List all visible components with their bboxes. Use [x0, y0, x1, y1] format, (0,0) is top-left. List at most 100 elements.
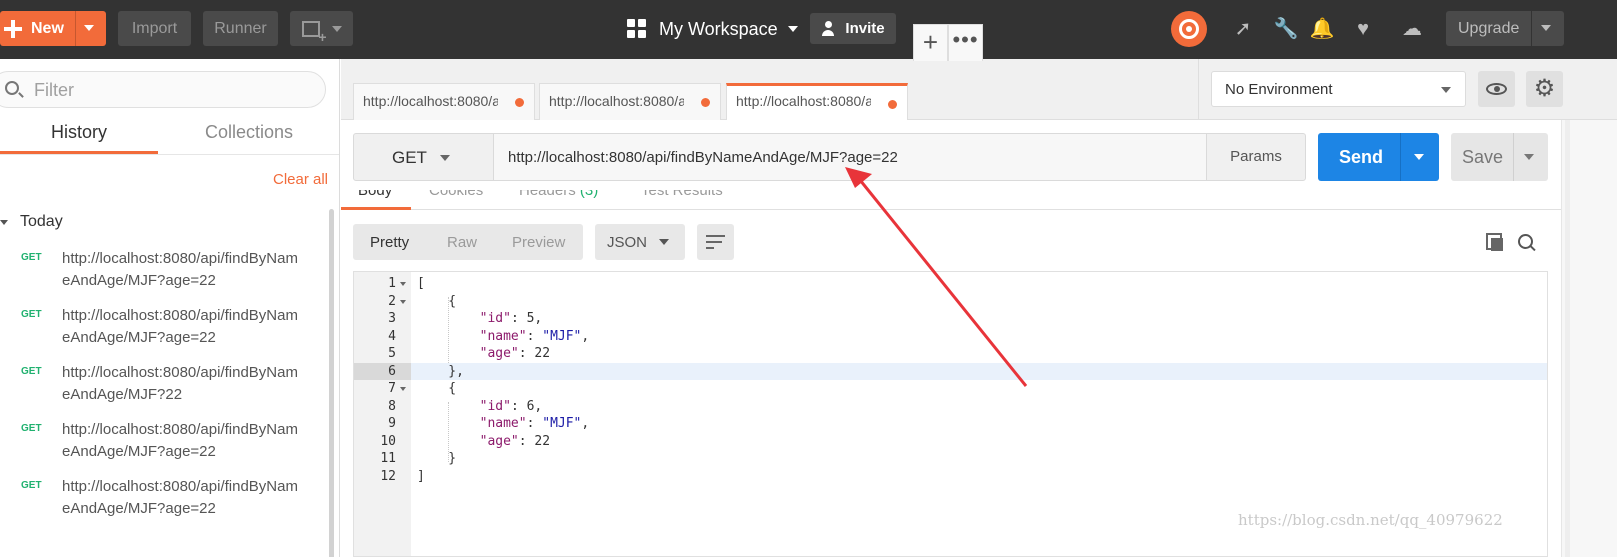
search-icon[interactable]	[1518, 234, 1534, 250]
view-preview[interactable]: Preview	[512, 234, 565, 251]
url-input[interactable]	[493, 133, 1207, 181]
manage-environments-button[interactable]: ⚙	[1526, 71, 1563, 107]
code-text: "age": 22	[479, 433, 551, 449]
chevron-down-icon	[659, 239, 669, 245]
tab-history[interactable]: History	[0, 122, 158, 154]
code-line: 3 "id": 5,	[354, 310, 1547, 328]
cloud-icon[interactable]: ☁	[1399, 16, 1425, 42]
wrap-lines-button[interactable]	[697, 224, 734, 260]
scrollbar-thumb[interactable]	[1565, 120, 1570, 557]
line-number: 6	[388, 363, 396, 379]
upgrade-label: Upgrade	[1458, 19, 1520, 37]
code-line: 5 "age": 22	[354, 345, 1547, 363]
new-window-button[interactable]	[290, 11, 353, 46]
more-tabs-button[interactable]: •••	[948, 24, 983, 61]
new-window-icon	[301, 20, 327, 45]
environment-value: No Environment	[1225, 81, 1333, 98]
request-tab[interactable]: http://localhost:8080/a	[539, 83, 721, 120]
sync-status-icon[interactable]	[1171, 11, 1207, 47]
request-tab[interactable]: http://localhost:8080/a	[353, 83, 535, 120]
unsaved-dot-icon	[515, 98, 524, 107]
copy-icon[interactable]	[1486, 233, 1504, 251]
heart-icon[interactable]: ♥	[1350, 16, 1376, 42]
filter-box	[0, 71, 326, 108]
line-number: 3	[388, 311, 396, 326]
code-line: 2 {	[354, 293, 1547, 311]
fold-icon[interactable]	[400, 299, 406, 304]
history-url: http://localhost:8080/api/findByNameAndA…	[62, 250, 298, 289]
active-tab-indicator	[341, 207, 411, 210]
code-line: 11 }	[354, 450, 1547, 468]
collapse-triangle-icon	[0, 219, 8, 225]
chevron-down-icon[interactable]	[1414, 154, 1424, 160]
history-list: GET http://localhost:8080/api/findByName…	[0, 248, 325, 533]
code-text: "id": 5,	[479, 311, 543, 326]
fold-icon[interactable]	[400, 387, 406, 391]
divider	[0, 154, 339, 155]
satellite-icon[interactable]: ➚	[1230, 16, 1256, 42]
history-item[interactable]: GET http://localhost:8080/api/findByName…	[0, 305, 325, 362]
runner-button[interactable]: Runner	[203, 11, 278, 46]
request-tab-active[interactable]: http://localhost:8080/a	[726, 83, 908, 121]
send-button[interactable]: Send	[1318, 133, 1439, 181]
fold-icon[interactable]	[400, 282, 406, 286]
history-item[interactable]: GET http://localhost:8080/api/findByName…	[0, 419, 325, 476]
history-group-today[interactable]: Today	[0, 213, 63, 231]
workspace-grid-icon	[627, 19, 647, 39]
history-url: http://localhost:8080/api/findByNameAndA…	[62, 478, 298, 517]
history-url: http://localhost:8080/api/findByNameAndA…	[62, 421, 298, 460]
code-line: 7 {	[354, 380, 1547, 398]
line-number: 8	[388, 398, 396, 414]
clear-all-link[interactable]: Clear all	[273, 171, 328, 188]
line-number: 5	[388, 346, 396, 361]
eye-icon	[1486, 83, 1507, 95]
wrench-icon[interactable]: 🔧	[1273, 16, 1299, 42]
request-tab-label: http://localhost:8080/a	[549, 93, 684, 109]
divider	[1400, 133, 1401, 181]
add-tab-button[interactable]: +	[913, 24, 948, 61]
environment-select[interactable]: No Environment	[1211, 71, 1466, 107]
filter-input[interactable]	[34, 78, 304, 102]
params-button[interactable]: Params	[1206, 133, 1306, 181]
code-text: "age": 22	[479, 346, 551, 361]
line-number: 12	[380, 468, 396, 484]
history-item[interactable]: GET http://localhost:8080/api/findByName…	[0, 476, 325, 533]
view-raw[interactable]: Raw	[447, 234, 477, 251]
format-select[interactable]: JSON	[595, 224, 685, 260]
chevron-down-icon[interactable]	[84, 25, 94, 31]
invite-button[interactable]: Invite	[810, 13, 896, 44]
method-value: GET	[392, 148, 427, 167]
history-item[interactable]: GET http://localhost:8080/api/findByName…	[0, 248, 325, 305]
code-text: "id": 6,	[479, 398, 543, 414]
sidebar-scrollbar[interactable]	[329, 209, 334, 557]
code-line: 1 [	[354, 275, 1547, 293]
tab-collections[interactable]: Collections	[158, 122, 339, 154]
code-line: 8 "id": 6,	[354, 398, 1547, 416]
line-number: 9	[388, 416, 396, 431]
bell-icon[interactable]: 🔔	[1309, 16, 1335, 42]
chevron-down-icon[interactable]	[1541, 25, 1551, 31]
import-button[interactable]: Import	[118, 11, 191, 46]
upgrade-button[interactable]: Upgrade	[1446, 11, 1564, 46]
code-text: {	[417, 381, 457, 396]
wrap-icon	[706, 235, 725, 237]
line-number: 1	[388, 276, 396, 291]
method-badge: GET	[21, 423, 42, 434]
workspace-switcher[interactable]: My Workspace	[627, 15, 798, 43]
chevron-down-icon[interactable]	[1524, 154, 1534, 160]
save-button[interactable]: Save	[1451, 133, 1548, 181]
divider	[75, 11, 76, 46]
save-label: Save	[1462, 147, 1504, 167]
line-number: 10	[380, 433, 396, 449]
main-scrollbar[interactable]	[1561, 120, 1617, 557]
top-bar: New Import Runner My Workspace Invite ➚ …	[0, 0, 1617, 59]
method-select[interactable]: GET	[353, 133, 494, 181]
new-button-label: New	[31, 19, 64, 37]
new-button[interactable]: New	[0, 11, 106, 46]
view-pretty[interactable]: Pretty	[370, 234, 409, 251]
plus-icon	[3, 19, 23, 39]
history-url: http://localhost:8080/api/findByNameAndA…	[62, 307, 298, 346]
history-item[interactable]: GET http://localhost:8080/api/findByName…	[0, 362, 325, 419]
sidebar: History Collections Clear all Today GET …	[0, 59, 340, 557]
environment-quick-look-button[interactable]	[1478, 71, 1515, 107]
